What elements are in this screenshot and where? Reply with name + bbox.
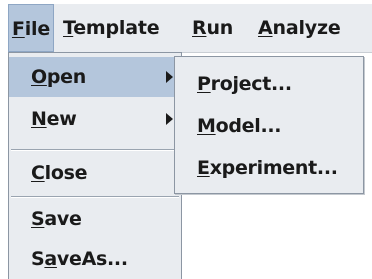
menu-analyze[interactable]: Analyze (258, 4, 341, 52)
file-open-label: pen (46, 66, 86, 88)
file-save-mnemonic: S (31, 208, 45, 230)
file-new-label: ew (46, 108, 77, 130)
menu-run[interactable]: Run (192, 4, 233, 52)
file-saveas-label: veAs... (56, 248, 128, 270)
file-menu-open[interactable]: Open (9, 57, 181, 97)
menu-template-label: emplate (73, 17, 160, 39)
submenu-arrow-icon (166, 113, 173, 125)
open-experiment-mnemonic: E (197, 157, 210, 179)
menu-bar: File Template Run Analyze (8, 4, 372, 53)
file-saveas-prefix: S (31, 248, 45, 270)
file-new-mnemonic: N (31, 108, 47, 130)
menu-analyze-label: nalyze (272, 17, 341, 39)
open-project-label: roject... (210, 73, 292, 95)
file-close-mnemonic: C (31, 162, 45, 184)
open-submenu-popup: Project... Model... Experiment... (174, 56, 364, 194)
file-menu-saveas[interactable]: SaveAs... (9, 239, 181, 279)
menu-run-label: un (206, 17, 234, 39)
file-close-label: lose (44, 162, 88, 184)
menu-template-mnemonic: T (63, 17, 74, 39)
file-menu-new[interactable]: New (9, 99, 181, 139)
open-model-mnemonic: M (197, 115, 216, 137)
open-project-mnemonic: P (197, 73, 211, 95)
menu-file[interactable]: File (8, 4, 54, 52)
file-menu-save[interactable]: Save (9, 199, 181, 239)
menu-file-mnemonic: F (11, 18, 25, 40)
menu-run-mnemonic: R (192, 17, 207, 39)
file-save-label: ave (44, 208, 82, 230)
submenu-arrow-icon (166, 71, 173, 83)
file-saveas-mnemonic: a (44, 248, 57, 270)
file-menu-close[interactable]: Close (9, 153, 181, 193)
menu-file-label: ile (24, 18, 51, 40)
file-menu-popup: Open New Close Save SaveAs... (8, 52, 182, 279)
open-submenu-project[interactable]: Project... (175, 65, 363, 103)
open-submenu-model[interactable]: Model... (175, 107, 363, 145)
open-submenu-experiment[interactable]: Experiment... (175, 149, 363, 187)
file-open-mnemonic: O (31, 66, 47, 88)
menu-analyze-mnemonic: A (258, 17, 273, 39)
open-experiment-label: xperiment... (209, 157, 338, 179)
menu-template[interactable]: Template (63, 4, 160, 52)
menu-separator (11, 196, 179, 198)
open-model-label: odel... (215, 115, 282, 137)
menu-separator (11, 149, 179, 151)
